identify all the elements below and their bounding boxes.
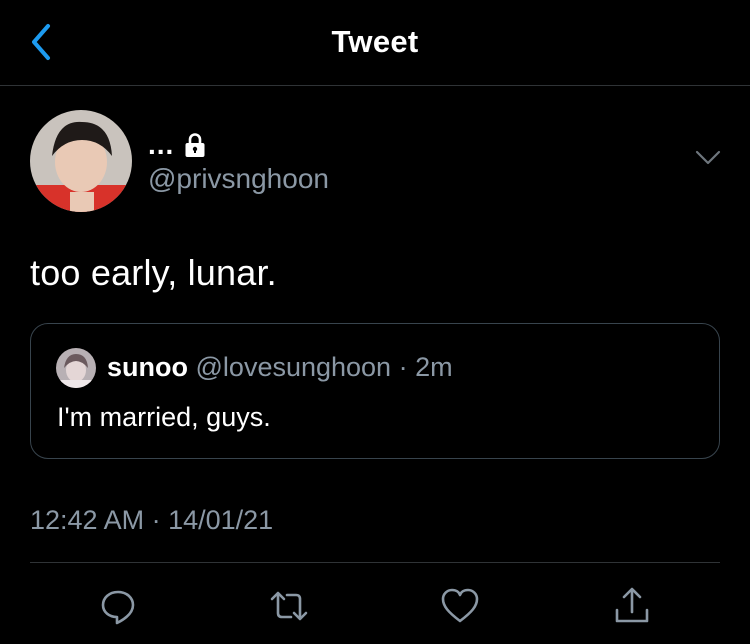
tweet-timestamp: 12:42 AM · 14/01/21 <box>30 505 274 535</box>
quoted-text: I'm married, guys. <box>57 402 271 432</box>
heart-icon[interactable] <box>440 586 480 626</box>
lock-icon <box>185 133 205 157</box>
quoted-separator: · <box>398 352 408 382</box>
quoted-handle: @lovesunghoon <box>195 352 392 382</box>
avatar[interactable] <box>30 110 132 212</box>
reply-icon[interactable] <box>98 586 138 626</box>
quoted-header: sunoo @lovesunghoon · 2m <box>107 352 453 383</box>
author-name-row: ... <box>148 127 206 163</box>
retweet-icon[interactable] <box>269 586 309 626</box>
page-title: Tweet <box>331 24 419 59</box>
share-icon[interactable] <box>612 586 652 626</box>
author-handle[interactable]: @privsnghoon <box>148 163 329 195</box>
quoted-time: 2m <box>415 352 453 382</box>
divider <box>30 562 720 563</box>
chevron-down-icon[interactable] <box>694 148 722 168</box>
quoted-name: sunoo <box>107 352 188 382</box>
author-name[interactable]: ... <box>148 131 174 159</box>
quoted-avatar[interactable] <box>56 348 96 388</box>
quoted-tweet[interactable]: sunoo @lovesunghoon · 2m I'm married, gu… <box>30 323 720 459</box>
tweet-text: too early, lunar. <box>30 252 277 293</box>
header-bar: Tweet <box>0 0 750 86</box>
